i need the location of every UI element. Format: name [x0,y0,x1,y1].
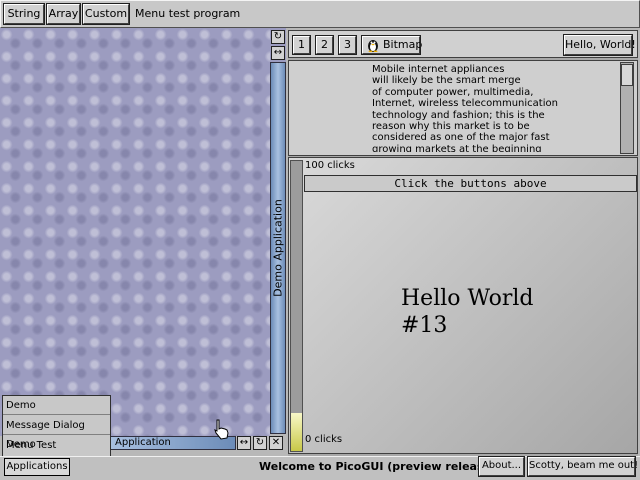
text-line: Mobile internet appliances [372,64,505,75]
penguin-icon [368,40,378,52]
hand-cursor-icon [214,419,229,440]
text-line: will likely be the smart merge [372,75,521,87]
array-button[interactable]: Array [46,3,81,25]
button-2[interactable]: 2 [315,35,334,55]
text-line: technology and fashion; this is the [372,109,545,121]
instruction-label: Click the buttons above [304,175,637,192]
app-title-bar[interactable]: Demo Application [270,62,286,434]
resize-arrow-icon[interactable]: ↔ [237,436,251,450]
about-button[interactable]: About... [478,456,525,477]
text-content: Mobile internet appliances will likely b… [372,64,617,152]
button-1[interactable]: 1 [292,35,311,55]
string-button[interactable]: String [3,3,45,25]
hello-world-button[interactable]: Hello, World! [563,34,636,56]
hello-text: Hello World [401,286,534,311]
clicks-min-label: 0 clicks [305,434,343,445]
click-progress-fill [291,413,302,451]
app-title-label: Demo Application [271,199,285,297]
minimized-app-label: Application [115,437,171,448]
text-line: reason why this market is to be [372,121,530,133]
welcome-message: Welcome to PicoGUI (preview release) [259,460,496,473]
click-progress-bar [290,160,303,452]
menu-item-menu-test[interactable]: Menu Test [3,436,110,455]
text-line: growing markets at the beginning [372,143,542,152]
text-line: considered as one of the major fast [372,132,550,144]
bitmap-button[interactable]: Bitmap [361,35,423,55]
custom-button[interactable]: Custom [82,3,130,25]
applications-button[interactable]: Applications [4,458,70,476]
applications-menu: Demo Message Dialog Demo Menu Test [2,395,111,457]
bitmap-label: Bitmap [383,38,423,51]
scrollbar-thumb[interactable] [621,64,633,86]
desktop-background [0,28,270,436]
menu-item-message-dialog-demo[interactable]: Message Dialog Demo [3,416,110,450]
button-3[interactable]: 3 [338,35,357,55]
resize-arrow-icon[interactable]: ↔ [271,46,285,60]
rotate-icon[interactable]: ↻ [271,30,285,44]
menu-item-demo[interactable]: Demo [3,396,110,415]
hello-count: #13 [401,313,448,338]
text-line: of computer power, multimedia, [372,86,534,98]
toolbar-title: Menu test program [135,7,241,20]
text-line: Internet, wireless telecommunication [372,98,558,110]
scotty-button[interactable]: Scotty, beam me out! [527,456,638,477]
clicks-max-label: 100 clicks [305,160,355,171]
rotate-icon[interactable]: ↻ [253,436,267,450]
close-icon[interactable]: ✕ [269,436,283,450]
